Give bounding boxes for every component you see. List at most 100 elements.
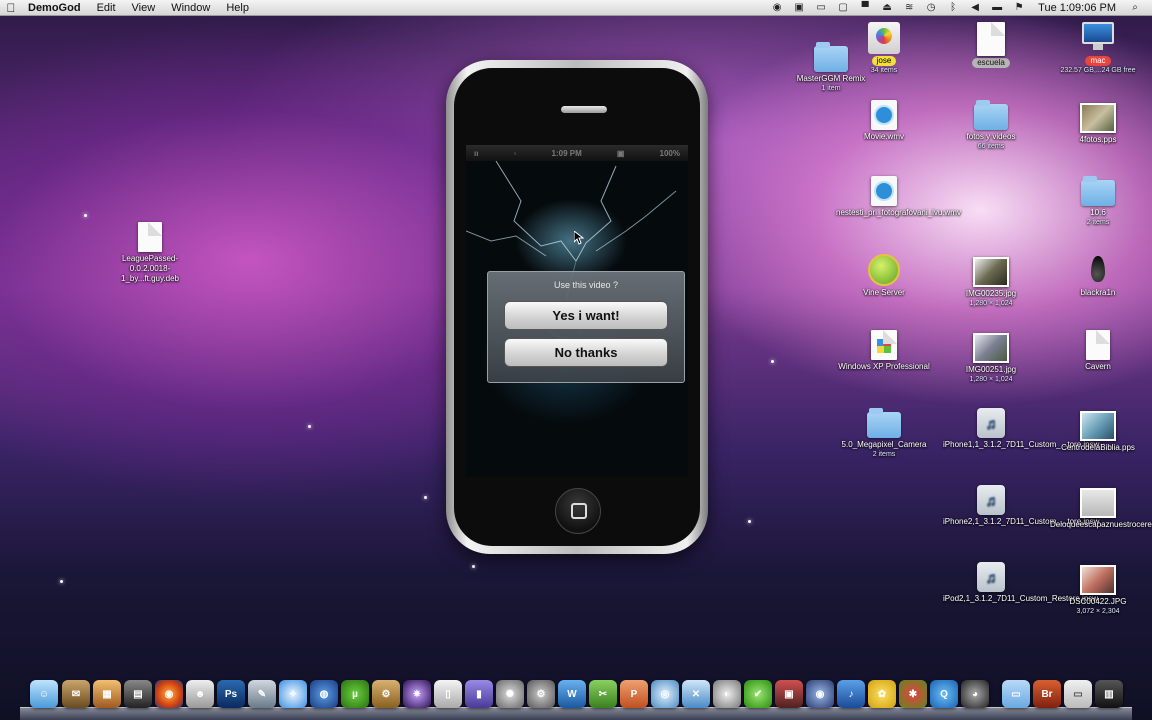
safari-icon[interactable]: ✧	[279, 680, 307, 708]
battery-icon[interactable]: ▬	[990, 2, 1004, 13]
archive-icon[interactable]: ⚙	[372, 680, 400, 708]
stuffit-icon[interactable]: ◎	[651, 680, 679, 708]
desktop-file-nestesti[interactable]: nestesti_pri_fotografovani_lvu.wmv	[836, 176, 961, 218]
document-icon	[1086, 330, 1110, 360]
menu-window[interactable]: Window	[163, 2, 218, 14]
iphone-config-icon[interactable]: ▯	[434, 680, 462, 708]
desktop-file-iphone11[interactable]: ♫ iPhone1,1_3.1.2_7D11_Custom_...tore.ip…	[943, 408, 1099, 450]
firefox-icon[interactable]: ◉	[155, 680, 183, 708]
file-sublabel: 1,280 × 1,024	[969, 300, 1013, 307]
adium-icon[interactable]: ✿	[868, 680, 896, 708]
desktop-folder-10-6[interactable]: 10.6 2 items	[1050, 176, 1146, 227]
eject-icon[interactable]: ⏏	[880, 2, 894, 13]
preview-doc-icon[interactable]: Q	[930, 680, 958, 708]
desktop-file-ipod21[interactable]: ♫ iPod2,1_3.1.2_7D11_Custom_Restore.ipsw	[943, 562, 1099, 604]
flag-icon[interactable]: ⚑	[1012, 2, 1026, 13]
apple-menu-icon[interactable]: 	[0, 1, 22, 15]
file-label: IMG00235.jpg	[965, 289, 1017, 298]
monitor-icon[interactable]: ▀	[858, 2, 872, 13]
finder-icon[interactable]: ☺	[30, 680, 58, 708]
desktop-drive-mac[interactable]: mac 232.57 GB,...24 GB free	[1050, 22, 1146, 75]
vlc-icon[interactable]: ✕	[682, 680, 710, 708]
battery-percent: 100%	[659, 148, 680, 158]
menu-help[interactable]: Help	[218, 2, 257, 14]
apple-logo-icon	[868, 22, 900, 54]
file-label: 4fotos.pps	[1079, 135, 1117, 144]
desktop-item-escuela[interactable]: escuela	[943, 22, 1039, 68]
desktop-file-img251[interactable]: IMG00251.jpg 1,280 × 1,024	[943, 330, 1039, 384]
dock-shelf	[20, 707, 1132, 720]
bridge-icon[interactable]: Br	[1033, 680, 1061, 708]
desktop-file-dsc[interactable]: DSC00422.JPG 3,072 × 2,304	[1050, 562, 1146, 616]
photo-booth-icon[interactable]: ✷	[403, 680, 431, 708]
preview-icon[interactable]: ✉	[62, 680, 90, 708]
time-machine-icon[interactable]: ✂	[589, 680, 617, 708]
network-icon[interactable]: ▣	[775, 680, 803, 708]
star	[60, 580, 63, 583]
desktop-app-blackra1n[interactable]: blackra1n	[1050, 254, 1146, 298]
dock: ☺ ✉ ▦ ▤ ◉ ☻ Ps ✎ ✧ ◍ µ ⚙ ✷ ▯ ▮ ✺ ⚙ W ✂ P…	[20, 676, 1132, 720]
screen-icon[interactable]: ▭	[814, 2, 828, 13]
volume-icon[interactable]: ◀	[968, 2, 982, 13]
star	[424, 496, 427, 499]
desktop-file-league[interactable]: LeaguePassed-0.0.2.0018-1_by...ft.guy.de…	[102, 222, 198, 284]
desktop-file-img235[interactable]: IMG00235.jpg 1,280 × 1,024	[943, 254, 1039, 308]
home-button[interactable]	[555, 488, 601, 534]
growl-icon[interactable]: ♪	[837, 680, 865, 708]
file-sublabel: 2 items	[1086, 219, 1110, 226]
spotlight-icon[interactable]: ⌕	[1128, 2, 1142, 13]
document-icon	[138, 222, 162, 252]
quick-icon[interactable]: ✱	[899, 680, 927, 708]
keyboard-icon[interactable]: ▭	[1064, 680, 1092, 708]
desktop-file-centro[interactable]: CentrodelaBiblia.pps	[1050, 408, 1146, 453]
system-prefs-icon[interactable]: ⚙	[527, 680, 555, 708]
yes-button[interactable]: Yes i want!	[504, 301, 668, 330]
disk-utility-icon[interactable]: ✺	[496, 680, 524, 708]
iphoto-icon[interactable]: ▦	[93, 680, 121, 708]
wifi-icon[interactable]: ≋	[902, 2, 916, 13]
automator-icon[interactable]: ☻	[186, 680, 214, 708]
menu-edit[interactable]: Edit	[89, 2, 124, 14]
menu-app-name[interactable]: DemoGod	[22, 2, 89, 14]
trash-icon[interactable]: ▥	[1095, 680, 1123, 708]
photoshop-icon[interactable]: Ps	[217, 680, 245, 708]
google-earth-icon[interactable]: ◍	[310, 680, 338, 708]
desktop-folder-fotos[interactable]: fotos y videos 66 items	[943, 100, 1039, 151]
time-machine-icon[interactable]: ◷	[924, 2, 938, 13]
x11-icon[interactable]: ◐	[713, 680, 741, 708]
file-label: Vine Server	[863, 288, 905, 297]
no-thanks-button[interactable]: No thanks	[504, 338, 668, 367]
ipsw-file-icon: ♫	[977, 408, 1005, 438]
downloads-icon[interactable]: ▭	[1002, 680, 1030, 708]
itunes-icon[interactable]: W	[558, 680, 586, 708]
file-label: iPod2,1_3.1.2_7D11_Custom_Restore.ipsw	[943, 594, 1099, 603]
file-label: IMG00251.jpg	[965, 365, 1017, 374]
desktop-file-4fotos[interactable]: 4fotos.pps	[1050, 100, 1146, 145]
pps-file-icon	[1080, 103, 1116, 133]
desktop-app-vine[interactable]: Vine Server	[836, 254, 932, 298]
desktop-file-iphone21[interactable]: ♫ iPhone2,1_3.1.2_7D11_Custom_...tore.ip…	[943, 485, 1099, 527]
script-editor-icon[interactable]: ✎	[248, 680, 276, 708]
desktop-folder-megapixel[interactable]: 5.0_Megapixel_Camera 2 items	[836, 408, 932, 459]
checkmark-icon[interactable]: ✔	[744, 680, 772, 708]
cyberduck-icon[interactable]: P	[620, 680, 648, 708]
folder-icon	[974, 100, 1008, 130]
calculator-icon[interactable]: ▤	[124, 680, 152, 708]
star	[748, 520, 751, 523]
menu-view[interactable]: View	[124, 2, 164, 14]
file-label: fotos y videos	[966, 132, 1016, 141]
spaces-icon[interactable]: ▣	[792, 2, 806, 13]
desktop-item-jose[interactable]: jose 34 items	[836, 22, 932, 75]
utorrent-icon[interactable]: µ	[341, 680, 369, 708]
quicktime-icon[interactable]: ▮	[465, 680, 493, 708]
bluetooth-icon[interactable]: ᛒ	[946, 2, 960, 13]
display-icon[interactable]: ▢	[836, 2, 850, 13]
eye-icon[interactable]: ◉	[770, 2, 784, 13]
desktop-app-winxp[interactable]: Windows XP Professional	[836, 330, 932, 372]
dvd-icon[interactable]: ◕	[961, 680, 989, 708]
capture-icon[interactable]: ◉	[806, 680, 834, 708]
desktop-file-cavern[interactable]: Cavern	[1050, 330, 1146, 372]
desktop-file-movie[interactable]: Movie.wmv	[836, 100, 932, 142]
desktop-file-deloque[interactable]: Deloqueescapaznuestrocerebro.pps	[1050, 485, 1152, 530]
menu-clock[interactable]: Tue 1:09:06 PM	[1030, 2, 1124, 14]
